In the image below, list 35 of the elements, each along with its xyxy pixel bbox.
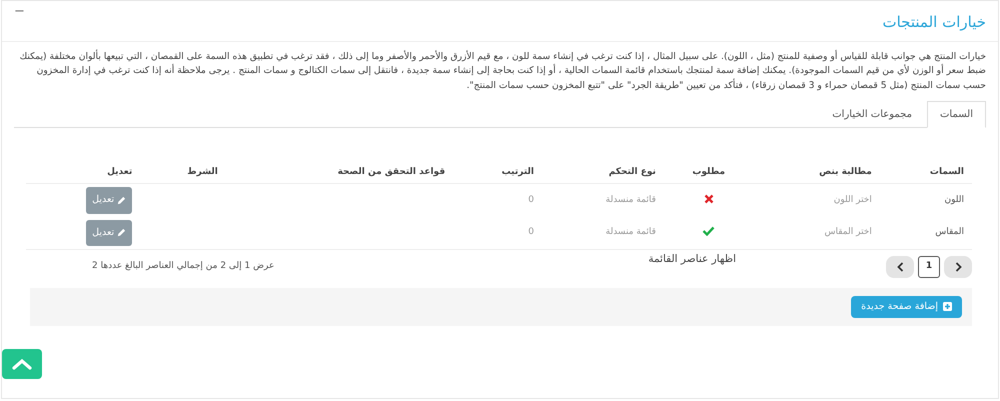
control-type: قائمة منسدلة [606,194,656,205]
plus-square-icon [943,302,952,312]
next-page-button[interactable] [886,256,914,278]
chevron-left-icon [896,262,904,272]
description-paragraph: خيارات المنتج هي جوانب قابلة للقياس أو وصفية للمنتج (مثل ، اللون). على سبيل المثال ، إذا كنت ترغب في إنشاء سمة للون ، مع قيم الأزرق والأحمر والأصفر وما إلى ذلك ، فقد ترغب في تطبيق هذه السمة على القمصان ، التي تبيعها بألوان مختلفة (يمكنك ضبط سعر أو الوزن لأي من قيم السمات الموجودة). يمكنك إضافة سمة لمنتجك باستخدام قائمة السمات الحالية ، أو إذا كنت بحاجة إلى إنشاء سمة جديدة ، فانتقل إلى سمات الكتالوج و سمات المنتج . يرجى ملاحظة أنه إذا كنت ترغب في إدارة المخزون حسب سمات المنتج (مثل 5 قمصان حمراء و 3 قمصان زرقاء) ، فتأكد من تعيين "طريقة الجرد" على "تتبع المخزون حسب سمات المنتج". [18,48,987,92]
pencil-icon [117,196,126,205]
order-value: 0 [528,226,534,237]
column-header: مطالبة بنص [754,162,880,184]
prompt-text: اختر المقاس [824,226,872,237]
control-type: قائمة منسدلة [606,226,656,237]
edit-button[interactable]: تعديل [86,220,132,246]
page-button[interactable]: 1 [918,256,940,278]
prompt-text: اختر اللون [834,194,872,205]
column-header: السمات [880,162,972,184]
chevron-right-icon [954,262,962,272]
pencil-icon [117,228,126,238]
order-value: 0 [528,194,534,205]
attribute-name: المقاس [935,226,964,237]
edit-button[interactable]: تعديل [86,187,132,214]
chevron-up-icon [12,358,32,370]
column-header: تعديل [26,162,140,184]
attribute-name: اللون [944,194,964,205]
column-header: الشرط [140,162,226,184]
add-page-button[interactable]: إضافة صفحة جديدة [851,296,962,318]
tab[interactable]: مجموعات الخيارات [819,100,925,128]
tab[interactable]: السمات [927,100,986,128]
column-header: مطلوب [664,162,754,184]
column-header: قواعد التحقق من الصحة [226,162,454,184]
show-items-label: اظهار عناصر القائمة [648,252,736,267]
previous-page-button[interactable] [944,256,972,278]
panel-title: خيارات المنتجات [882,13,986,31]
column-header: الترتيب [453,162,542,184]
collapse-toggle[interactable]: − [14,5,25,18]
summary-text: عرض 1 إلى 2 من إجمالي العناصر البالغ عددها 2 [92,260,274,273]
column-header: نوع التحكم [542,162,664,184]
